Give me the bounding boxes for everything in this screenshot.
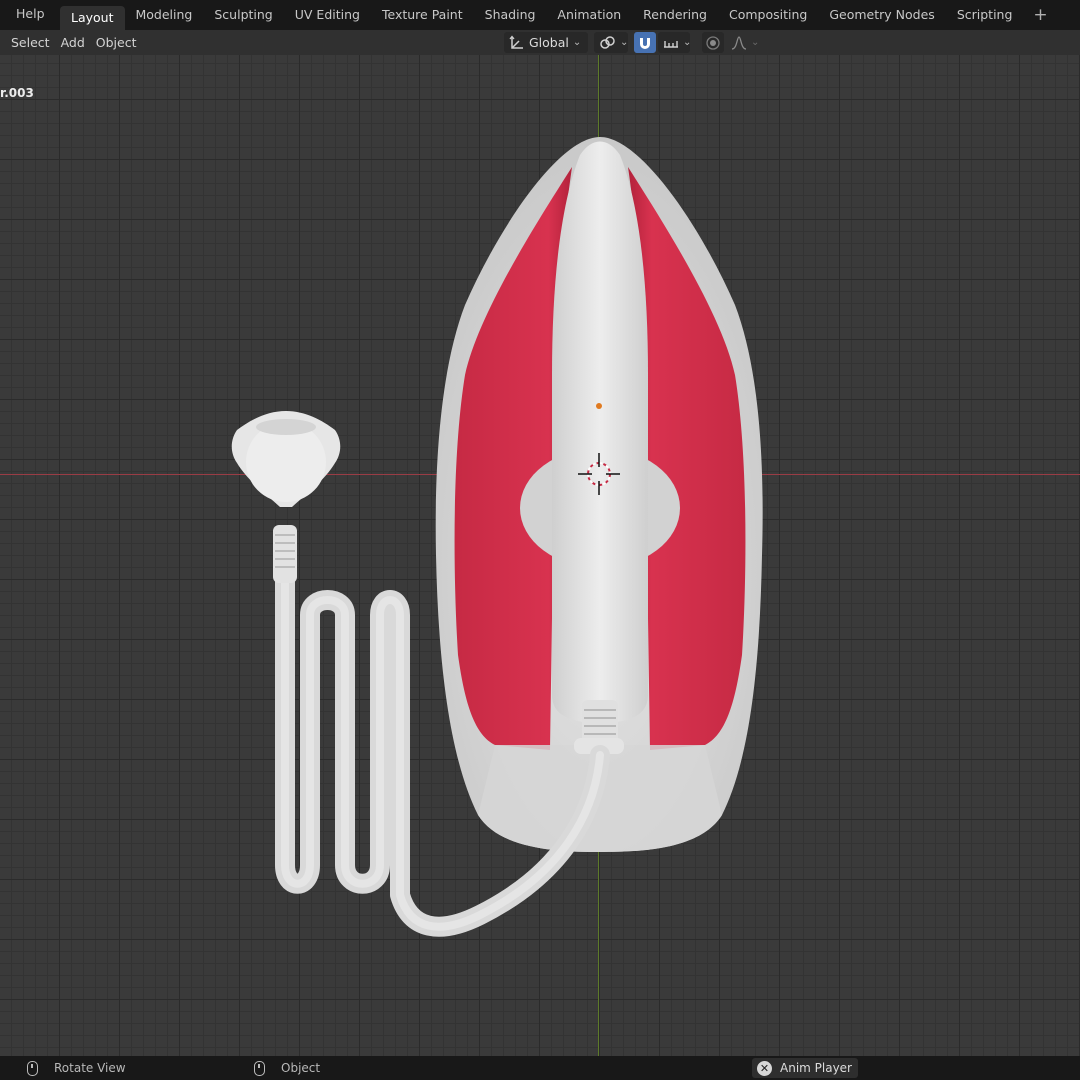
tab-animation[interactable]: Animation <box>546 3 632 27</box>
object-menu[interactable]: Object <box>93 30 145 55</box>
falloff-curve-icon <box>731 35 747 51</box>
tab-layout[interactable]: Layout <box>60 6 125 30</box>
tab-rendering[interactable]: Rendering <box>632 3 718 27</box>
transform-orientation-dropdown[interactable]: Global ⌄ <box>504 32 588 53</box>
tab-shading[interactable]: Shading <box>474 3 547 27</box>
falloff-dropdown[interactable]: ⌄ <box>726 32 760 53</box>
transform-controls: Global ⌄ ⌄ ⌄ ⌄ <box>504 32 760 53</box>
object-origin-dot <box>596 403 602 409</box>
chevron-down-icon: ⌄ <box>751 37 760 48</box>
workspace-bar: Help Layout Modeling Sculpting UV Editin… <box>0 0 1080 30</box>
add-menu[interactable]: Add <box>58 30 93 55</box>
orientation-label: Global <box>529 35 569 50</box>
chevron-down-icon: ⌄ <box>572 37 582 48</box>
tab-texture-paint[interactable]: Texture Paint <box>371 3 474 27</box>
snap-target-dropdown[interactable]: ⌄ <box>658 32 692 53</box>
tab-sculpting[interactable]: Sculpting <box>203 3 283 27</box>
status-rotate-view: Rotate View <box>27 1056 126 1080</box>
viewport-header: Select Add Object Global ⌄ ⌄ ⌄ ⌄ <box>0 30 1080 55</box>
select-menu[interactable]: Select <box>0 30 58 55</box>
tab-modeling[interactable]: Modeling <box>125 3 204 27</box>
anim-player-label: Anim Player <box>780 1061 852 1075</box>
blender-window: Help Layout Modeling Sculpting UV Editin… <box>0 0 1080 1080</box>
tab-geometry-nodes[interactable]: Geometry Nodes <box>818 3 945 27</box>
snap-increment-icon <box>663 35 679 51</box>
object-label: Object <box>281 1061 321 1075</box>
3d-viewport[interactable]: r.003 <box>0 55 1080 1056</box>
iron-handle <box>552 141 648 723</box>
chevron-down-icon: ⌄ <box>683 37 692 48</box>
mouse-right-icon <box>254 1060 265 1076</box>
rotate-view-label: Rotate View <box>54 1061 126 1075</box>
chevron-down-icon: ⌄ <box>620 37 629 48</box>
mouse-middle-icon <box>27 1060 38 1076</box>
power-plug <box>231 411 341 583</box>
workspace-tabs: Layout Modeling Sculpting UV Editing Tex… <box>60 0 1054 30</box>
pivot-link-icon <box>599 35 616 51</box>
clothes-iron-model[interactable] <box>0 55 1080 1056</box>
close-icon[interactable]: ✕ <box>757 1060 772 1076</box>
transform-orientation-icon <box>509 34 525 51</box>
snap-magnet-icon <box>637 35 653 51</box>
status-bar: Rotate View Object ✕ Anim Player <box>0 1056 1080 1080</box>
help-menu[interactable]: Help <box>0 6 60 21</box>
tab-compositing[interactable]: Compositing <box>718 3 818 27</box>
anim-player-button[interactable]: ✕ Anim Player <box>752 1058 858 1078</box>
proportional-edit-toggle[interactable] <box>702 32 724 53</box>
pivot-point-dropdown[interactable]: ⌄ <box>594 32 628 53</box>
status-object: Object <box>254 1056 320 1080</box>
snap-toggle[interactable] <box>634 32 656 53</box>
viewport-menu: Select Add Object <box>0 30 144 55</box>
add-workspace-button[interactable]: + <box>1027 5 1053 25</box>
tab-uv-editing[interactable]: UV Editing <box>284 3 371 27</box>
tab-scripting[interactable]: Scripting <box>946 3 1024 27</box>
proportional-edit-icon <box>705 35 721 51</box>
